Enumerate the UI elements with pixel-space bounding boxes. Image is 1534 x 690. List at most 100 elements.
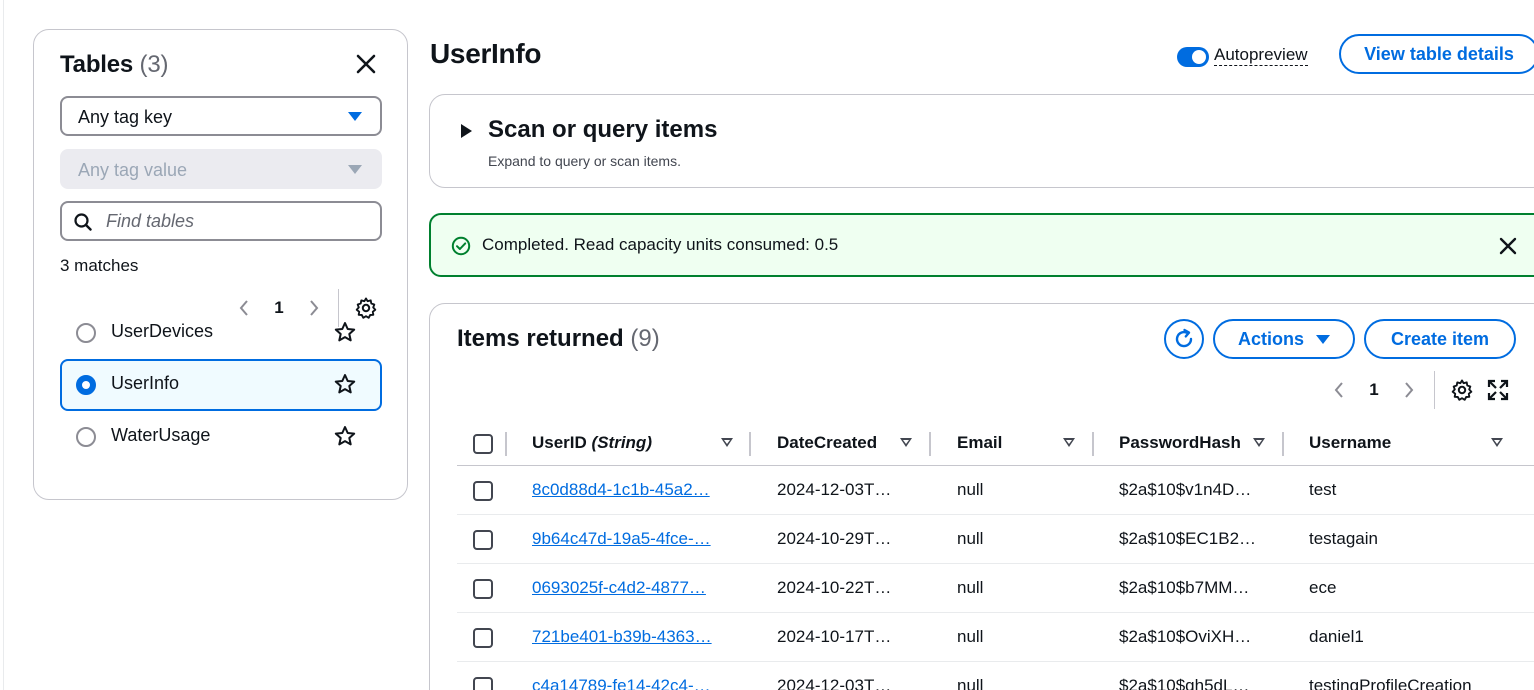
tables-panel-title: Tables (3) bbox=[60, 51, 168, 79]
dismiss-flash-button[interactable] bbox=[1497, 235, 1519, 257]
item-link-userid[interactable]: 721be401-b39b-4363… bbox=[532, 627, 732, 647]
cell-date-created: 2024-10-29T… bbox=[777, 529, 892, 548]
next-page-button[interactable] bbox=[1399, 380, 1419, 400]
table-row: c4a14789-fe14-42c4-… 2024-12-03T… null $2a$… bbox=[457, 662, 1534, 690]
close-icon bbox=[1499, 237, 1517, 255]
column-type: (String) bbox=[591, 433, 652, 452]
column-header-email[interactable]: Email bbox=[957, 422, 1087, 466]
scan-query-toggle[interactable]: Scan or query items bbox=[488, 116, 717, 144]
item-link-userid[interactable]: 8c0d88d4-1c1b-45a2… bbox=[532, 480, 732, 500]
column-name: Email bbox=[957, 433, 1003, 452]
close-icon bbox=[356, 54, 376, 74]
items-table-header: UserID (String) DateCreated Email Passwo… bbox=[457, 422, 1534, 466]
toggle-knob bbox=[1192, 50, 1206, 64]
row-checkbox[interactable] bbox=[473, 481, 493, 501]
refresh-button[interactable] bbox=[1164, 319, 1204, 359]
star-icon[interactable] bbox=[334, 373, 356, 395]
items-returned-panel: Items returned (9) Actions Create item 1 bbox=[429, 303, 1534, 690]
table-item[interactable]: UserDevices bbox=[60, 307, 382, 359]
cell-date-created: 2024-12-03T… bbox=[777, 676, 892, 690]
success-flashbar: Completed. Read capacity units consumed:… bbox=[429, 213, 1534, 277]
row-checkbox[interactable] bbox=[473, 530, 493, 550]
current-page[interactable]: 1 bbox=[1349, 380, 1399, 400]
item-link-userid[interactable]: c4a14789-fe14-42c4-… bbox=[532, 676, 732, 690]
items-pagination: 1 bbox=[1329, 375, 1419, 405]
sort-icon bbox=[1063, 438, 1075, 447]
item-link-userid[interactable]: 0693025f-c4d2-4877… bbox=[532, 578, 732, 598]
cell-email: null bbox=[957, 480, 984, 499]
cell-username: testagain bbox=[1309, 529, 1378, 548]
flash-message: Completed. Read capacity units consumed:… bbox=[482, 235, 839, 254]
fullscreen-icon bbox=[1487, 379, 1509, 401]
column-header-datecreated[interactable]: DateCreated bbox=[777, 422, 947, 466]
star-icon[interactable] bbox=[334, 425, 356, 447]
column-header-username[interactable]: Username bbox=[1309, 422, 1519, 466]
sort-icon bbox=[721, 438, 733, 447]
cell-email: null bbox=[957, 578, 984, 597]
left-edge-divider bbox=[3, 0, 4, 690]
cell-password-hash: $2a$10$v1n4D… bbox=[1119, 480, 1252, 499]
table-radio[interactable] bbox=[76, 375, 96, 395]
tables-panel: Tables (3) Any tag key Any tag value 3 m… bbox=[33, 29, 408, 500]
column-name: Username bbox=[1309, 433, 1392, 452]
table-item[interactable]: UserInfo bbox=[60, 359, 382, 411]
find-tables-input[interactable] bbox=[106, 209, 366, 233]
table-item[interactable]: WaterUsage bbox=[60, 411, 382, 463]
tag-value-select: Any tag value bbox=[60, 149, 382, 189]
table-row: 9b64c47d-19a5-4fce-… 2024-10-29T… null $2a$… bbox=[457, 515, 1534, 564]
items-returned-title: Items returned (9) bbox=[457, 325, 660, 353]
cell-email: null bbox=[957, 676, 984, 690]
cell-password-hash: $2a$10$b7MM… bbox=[1119, 578, 1250, 597]
select-all-checkbox[interactable] bbox=[473, 434, 493, 454]
cell-username: daniel1 bbox=[1309, 627, 1364, 646]
autopreview-toggle[interactable] bbox=[1177, 47, 1209, 67]
search-icon bbox=[74, 213, 92, 231]
row-checkbox[interactable] bbox=[473, 677, 493, 690]
close-panel-button[interactable] bbox=[354, 52, 378, 76]
star-icon[interactable] bbox=[334, 321, 356, 343]
column-separator bbox=[505, 432, 507, 456]
matches-count: 3 matches bbox=[60, 256, 139, 275]
actions-label: Actions bbox=[1237, 328, 1304, 349]
table-row: 0693025f-c4d2-4877… 2024-10-22T… null $2a$1… bbox=[457, 564, 1534, 613]
cell-password-hash: $2a$10$EC1B2… bbox=[1119, 529, 1257, 548]
column-separator bbox=[749, 432, 751, 456]
chevron-left-icon bbox=[1334, 382, 1343, 398]
items-title-text: Items returned bbox=[457, 325, 624, 352]
caret-down-icon bbox=[1316, 334, 1330, 344]
find-tables-field[interactable] bbox=[60, 201, 382, 241]
column-separator bbox=[1282, 432, 1284, 456]
tables-title-text: Tables bbox=[60, 51, 134, 78]
column-header-passwordhash[interactable]: PasswordHash bbox=[1119, 422, 1279, 466]
table-radio[interactable] bbox=[76, 427, 96, 447]
caret-right-icon[interactable] bbox=[461, 124, 472, 138]
create-item-button[interactable]: Create item bbox=[1364, 319, 1516, 359]
column-name: PasswordHash bbox=[1119, 433, 1241, 452]
column-header-userid[interactable]: UserID (String) bbox=[532, 422, 742, 466]
view-table-details-button[interactable]: View table details bbox=[1339, 34, 1534, 74]
autopreview-label[interactable]: Autopreview bbox=[1214, 45, 1308, 66]
actions-dropdown-button[interactable]: Actions bbox=[1213, 319, 1355, 359]
table-radio[interactable] bbox=[76, 323, 96, 343]
fullscreen-button[interactable] bbox=[1486, 378, 1510, 402]
items-count: (9) bbox=[630, 325, 660, 352]
cell-date-created: 2024-10-22T… bbox=[777, 578, 892, 597]
cell-password-hash: $2a$10$qh5dL… bbox=[1119, 676, 1250, 690]
cell-date-created: 2024-12-03T… bbox=[777, 480, 892, 499]
items-preferences-button[interactable] bbox=[1450, 378, 1474, 402]
table-row: 8c0d88d4-1c1b-45a2… 2024-12-03T… null $2a$1… bbox=[457, 466, 1534, 515]
refresh-icon bbox=[1175, 328, 1193, 348]
chevron-right-icon bbox=[1405, 382, 1414, 398]
row-checkbox[interactable] bbox=[473, 628, 493, 648]
tables-count: (3) bbox=[139, 51, 169, 78]
table-name: UserDevices bbox=[111, 321, 214, 341]
item-link-userid[interactable]: 9b64c47d-19a5-4fce-… bbox=[532, 529, 732, 549]
caret-down-icon bbox=[348, 112, 362, 121]
tag-value-placeholder: Any tag value bbox=[78, 160, 188, 180]
sort-icon bbox=[900, 438, 912, 447]
row-checkbox[interactable] bbox=[473, 579, 493, 599]
prev-page-button[interactable] bbox=[1329, 380, 1349, 400]
tag-key-select[interactable]: Any tag key bbox=[60, 96, 382, 136]
column-separator bbox=[1092, 432, 1094, 456]
column-name: DateCreated bbox=[777, 433, 878, 452]
